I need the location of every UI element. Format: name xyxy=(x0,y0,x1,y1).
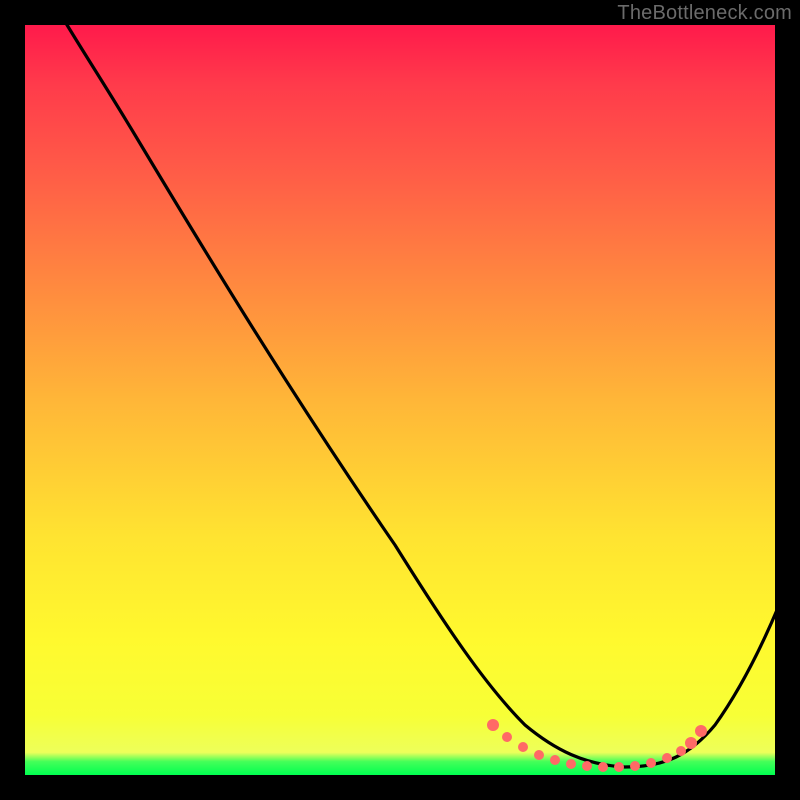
bottleneck-curve xyxy=(25,25,775,775)
watermark-text: TheBottleneck.com xyxy=(617,2,792,25)
chart-stage: TheBottleneck.com xyxy=(0,0,800,800)
plot-area xyxy=(25,25,775,775)
curve-path xyxy=(61,15,777,767)
